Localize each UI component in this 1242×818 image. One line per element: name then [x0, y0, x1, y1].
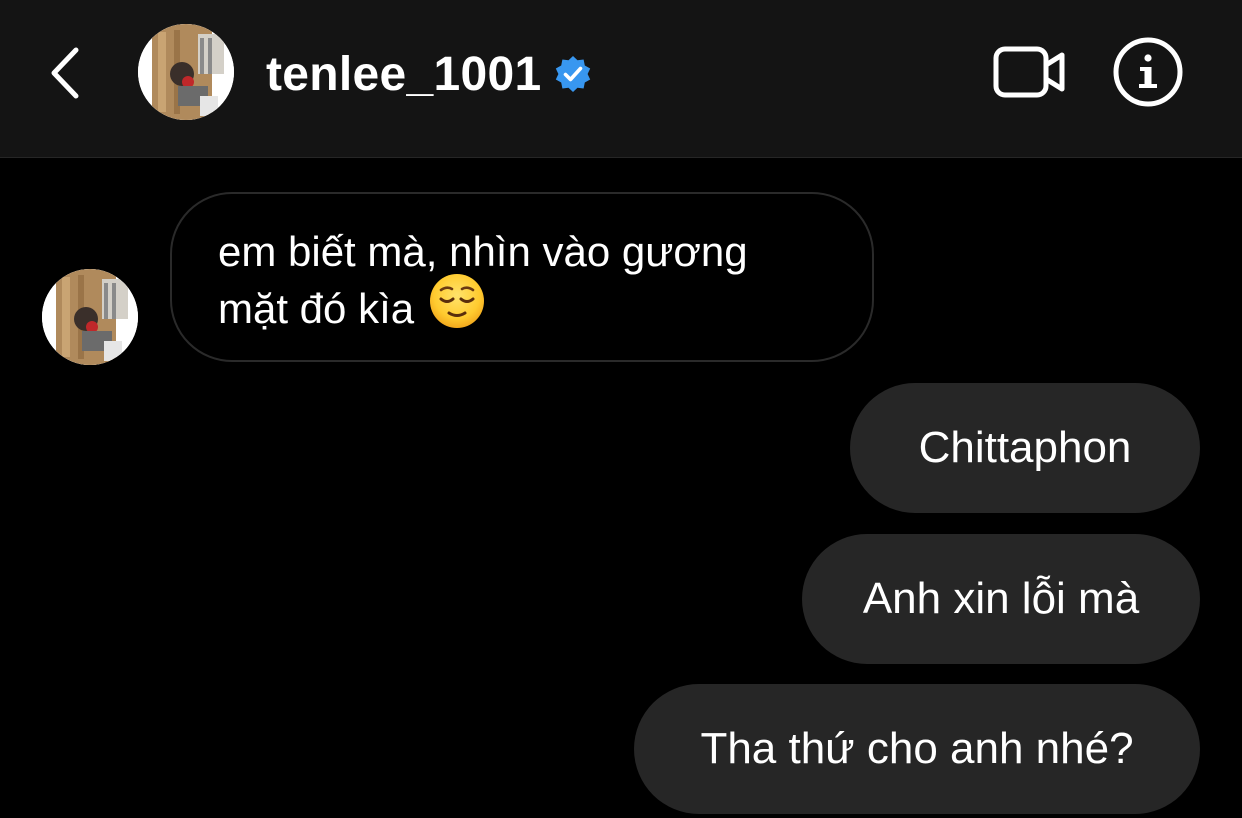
outgoing-message-bubble[interactable]: Tha thứ cho anh nhé?: [634, 684, 1200, 814]
avatar-photo: [138, 24, 234, 120]
back-button[interactable]: [36, 38, 96, 108]
outgoing-message-bubble[interactable]: Anh xin lỗi mà: [802, 534, 1200, 664]
relieved-face-emoji: [428, 272, 486, 344]
message-text: Chittaphon: [918, 423, 1132, 472]
sender-avatar[interactable]: [42, 269, 138, 365]
chevron-left-icon: [51, 47, 79, 99]
video-call-button[interactable]: [990, 40, 1070, 104]
info-circle-icon: [1113, 37, 1183, 107]
outgoing-message-bubble[interactable]: Chittaphon: [850, 383, 1200, 513]
info-button[interactable]: [1112, 36, 1184, 108]
message-text-line: mặt đó kìa: [218, 285, 415, 333]
header-avatar[interactable]: [138, 24, 234, 120]
chat-header: tenlee_1001: [0, 0, 1242, 158]
username-link[interactable]: tenlee_1001: [266, 44, 594, 104]
username: tenlee_1001: [266, 47, 542, 101]
verified-badge-icon: [552, 53, 594, 95]
message-text-line-with-emoji: mặt đó kìa: [218, 274, 832, 344]
message-text: Anh xin lỗi mà: [862, 574, 1140, 623]
video-camera-icon: [993, 46, 1065, 98]
avatar-photo: [42, 269, 138, 365]
incoming-message-bubble[interactable]: em biết mà, nhìn vào gương mặt đó kìa: [170, 192, 874, 362]
message-text-line: em biết mà, nhìn vào gương: [218, 228, 748, 275]
message-text: Tha thứ cho anh nhé?: [700, 724, 1134, 773]
